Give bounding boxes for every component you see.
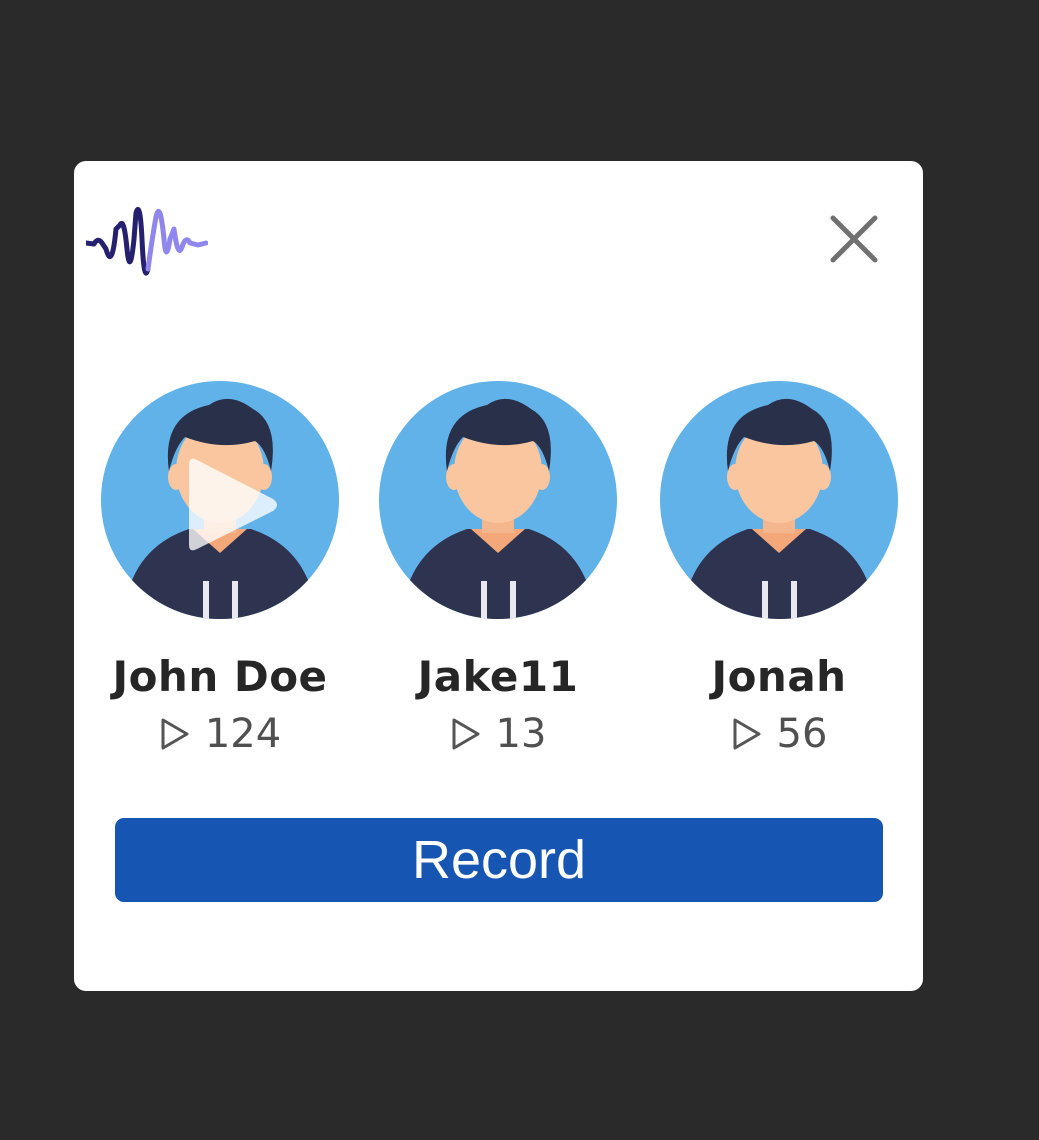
profile-card[interactable]: Jonah 56 — [659, 381, 899, 759]
close-icon — [830, 215, 878, 263]
avatar[interactable] — [660, 381, 898, 619]
play-overlay-icon[interactable] — [183, 449, 283, 559]
sound-wave-icon — [86, 206, 208, 276]
profile-name: Jake11 — [417, 652, 579, 701]
profile-dialog: John Doe 124 Jake11 13 Jonah 56 Record — [74, 161, 923, 991]
play-icon — [733, 718, 761, 750]
avatar[interactable] — [101, 381, 339, 619]
play-count-value: 13 — [495, 711, 547, 757]
record-button[interactable]: Record — [115, 818, 883, 902]
play-icon — [161, 718, 189, 750]
close-button[interactable] — [826, 211, 882, 267]
profile-card[interactable]: Jake11 13 — [378, 381, 618, 759]
profile-name: John Doe — [112, 652, 328, 701]
play-count: 56 — [659, 709, 899, 759]
profile-name: Jonah — [711, 652, 847, 701]
play-count: 124 — [100, 709, 340, 759]
person-icon — [401, 398, 595, 619]
play-count-value: 56 — [776, 711, 828, 757]
avatar[interactable] — [379, 381, 617, 619]
play-icon — [452, 718, 480, 750]
play-count: 13 — [378, 709, 618, 759]
play-count-value: 124 — [204, 711, 282, 757]
person-icon — [682, 398, 876, 619]
profile-card[interactable]: John Doe 124 — [100, 381, 340, 759]
